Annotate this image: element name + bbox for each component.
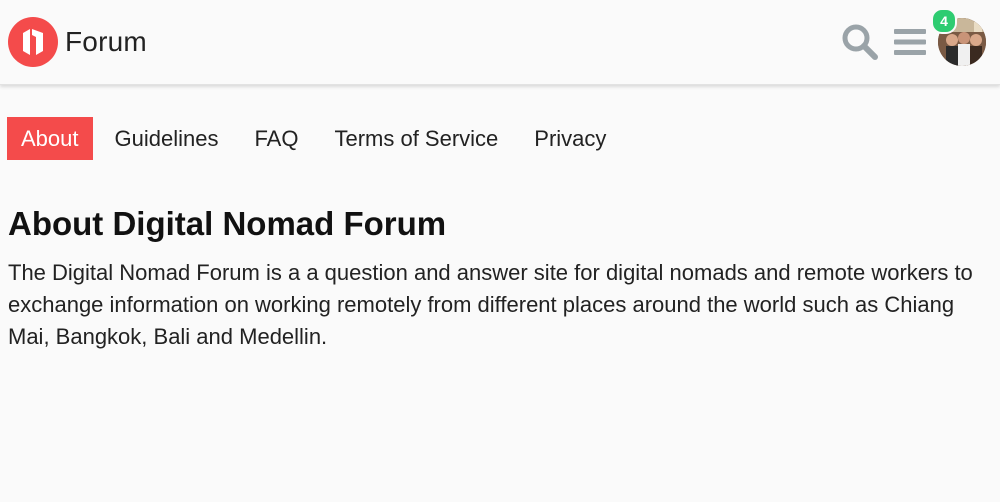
header-actions: 4 [838,8,986,66]
page-description: The Digital Nomad Forum is a a question … [8,260,973,349]
user-menu[interactable]: 4 [931,8,986,66]
nav-tab-about[interactable]: About [7,117,93,160]
search-icon[interactable] [838,20,882,64]
hamburger-menu-icon[interactable] [888,20,932,64]
main-content: About Digital Nomad Forum The Digital No… [8,200,978,353]
page-title: About Digital Nomad Forum [8,205,447,242]
about-nav: About Guidelines FAQ Terms of Service Pr… [7,117,628,160]
nav-tab-privacy[interactable]: Privacy [520,117,620,160]
nav-tab-guidelines[interactable]: Guidelines [101,117,233,160]
forum-logo-icon[interactable] [8,17,58,67]
nav-tab-terms-of-service[interactable]: Terms of Service [320,117,512,160]
brand[interactable]: Forum [8,17,147,67]
site-header: Forum 4 [0,0,1000,85]
brand-name[interactable]: Forum [65,26,147,58]
nav-tab-faq[interactable]: FAQ [240,117,312,160]
notification-badge[interactable]: 4 [931,8,957,34]
